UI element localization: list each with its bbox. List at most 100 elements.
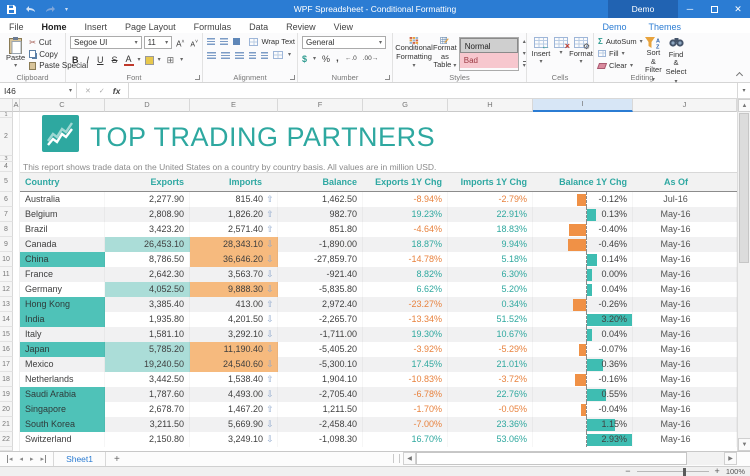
cell-balance-1y-chg[interactable]: -0.12% [533,192,633,207]
paste-button[interactable]: Paste▾ [4,36,27,71]
table-row[interactable]: Germany 4,052.50 9,888.30⇩ -5,835.80 6.6… [20,282,737,297]
cell-exports-1y-chg[interactable]: 6.62% [363,282,448,297]
cell-imports[interactable]: 3,249.10⇩ [190,432,278,447]
column-header-g[interactable]: G [363,99,448,112]
row-header-14[interactable]: 14 [0,312,13,327]
cell-balance-1y-chg[interactable]: 3.20% [533,312,633,327]
cell-country[interactable]: Mexico [20,357,105,372]
cell-imports[interactable]: 28,343.10⇩ [190,237,278,252]
cell-balance[interactable]: 1,211.50 [278,402,363,417]
cell-balance[interactable]: 851.80 [278,222,363,237]
sheet-tab-sheet1[interactable]: Sheet1 [54,452,106,466]
qat-dropdown-icon[interactable]: ▾ [65,6,68,13]
table-row[interactable]: France 2,642.30 3,563.70⇩ -921.40 8.82% … [20,267,737,282]
cell-as-of[interactable]: May-16 [633,372,737,387]
cell-balance-1y-chg[interactable]: 0.04% [533,327,633,342]
tab-formulas[interactable]: Formulas [185,22,241,32]
cell-balance-1y-chg[interactable]: 0.00% [533,267,633,282]
cell-balance-1y-chg[interactable]: 2.93% [533,432,633,447]
merge-center-icon[interactable] [273,51,283,59]
table-row[interactable]: Australia 2,277.90 815.40⇧ 1,462.50 -8.9… [20,192,737,207]
cell-imports-1y-chg[interactable]: 0.34% [448,297,533,312]
gallery-more-icon[interactable]: ▾ [523,61,526,69]
row-header-16[interactable]: 16 [0,342,13,357]
tab-page-layout[interactable]: Page Layout [116,22,185,32]
maximize-button[interactable] [702,0,726,18]
table-header-country[interactable]: Country [20,173,105,191]
cell-as-of[interactable]: May-16 [633,207,737,222]
cell-balance[interactable]: -921.40 [278,267,363,282]
cell-imports[interactable]: 36,646.20⇩ [190,252,278,267]
cell-exports[interactable]: 19,240.50 [105,357,190,372]
cell-exports-1y-chg[interactable]: -23.27% [363,297,448,312]
cell-exports-1y-chg[interactable]: -10.83% [363,372,448,387]
close-button[interactable]: ✕ [726,0,750,18]
cell-exports-1y-chg[interactable]: -3.92% [363,342,448,357]
row-header-13[interactable]: 13 [0,297,13,312]
insert-function-icon[interactable]: fx [113,86,121,96]
row-header-22[interactable]: 22 [0,432,13,447]
row-header-12[interactable]: 12 [0,282,13,297]
enter-icon[interactable]: ✓ [99,87,105,95]
cell-exports[interactable]: 2,808.90 [105,207,190,222]
conditional-formatting-button[interactable]: ConditionalFormatting ▾ [397,36,431,71]
row-header-10[interactable]: 10 [0,252,13,267]
tab-insert[interactable]: Insert [76,22,117,32]
cell-exports-1y-chg[interactable]: 16.70% [363,432,448,447]
gallery-up-icon[interactable]: ▴ [523,38,526,45]
font-name-combo[interactable]: Segoe UI▾ [70,36,142,49]
cell-balance-1y-chg[interactable]: -0.40% [533,222,633,237]
cell-as-of[interactable]: May-16 [633,327,737,342]
sort-filter-button[interactable]: AZ Sort &Filter ▾ [643,36,664,71]
borders-button[interactable]: ⊞ [165,54,177,66]
cell-country[interactable]: Hong Kong [20,297,105,312]
cell-balance-1y-chg[interactable]: -0.46% [533,237,633,252]
cell-exports[interactable]: 3,442.50 [105,372,190,387]
horizontal-scroll-thumb[interactable] [416,452,687,465]
cell-imports-1y-chg[interactable]: 18.83% [448,222,533,237]
percent-style-button[interactable]: % [322,54,330,64]
row-header-8[interactable]: 8 [0,222,13,237]
name-box[interactable]: I46▾ [0,83,77,98]
cell-as-of[interactable]: May-16 [633,282,737,297]
undo-icon[interactable] [25,5,36,13]
cell-exports[interactable]: 4,052.50 [105,282,190,297]
scroll-up-icon[interactable]: ▲ [738,99,750,112]
zoom-in-button[interactable]: + [715,467,720,476]
tab-file[interactable]: File [0,22,33,32]
scroll-left-icon[interactable]: ◀ [403,452,416,465]
cell-as-of[interactable]: May-16 [633,252,737,267]
cell-imports-1y-chg[interactable]: 53.06% [448,432,533,447]
cell-exports-1y-chg[interactable]: 17.45% [363,357,448,372]
align-left-icon[interactable] [207,52,216,59]
style-bad[interactable]: Bad [460,53,518,68]
cell-imports-1y-chg[interactable]: 10.67% [448,327,533,342]
table-row[interactable]: Hong Kong 3,385.40 413.00⇧ 2,972.40 -23.… [20,297,737,312]
cancel-icon[interactable]: ✕ [85,87,91,95]
cell-country[interactable]: Netherlands [20,372,105,387]
column-header-a[interactable]: A [13,99,20,112]
cell-imports[interactable]: 9,888.30⇩ [190,282,278,297]
cell-imports[interactable]: 24,540.60⇩ [190,357,278,372]
cell-as-of[interactable]: May-16 [633,432,737,447]
cell-country[interactable]: China [20,252,105,267]
cell-balance[interactable]: -1,890.00 [278,237,363,252]
row-header-6[interactable]: 6 [0,192,13,207]
cell-country[interactable]: Canada [20,237,105,252]
cell-exports-1y-chg[interactable]: -1.70% [363,402,448,417]
bold-button[interactable]: B [70,54,81,66]
cell-exports[interactable]: 2,277.90 [105,192,190,207]
table-row[interactable]: Brazil 3,423.20 2,571.40⇧ 851.80 -4.64% … [20,222,737,237]
accounting-format-button[interactable]: $ [302,54,307,64]
cell-balance[interactable]: -5,405.20 [278,342,363,357]
formula-input[interactable] [129,83,737,98]
cell-exports[interactable]: 3,211.50 [105,417,190,432]
table-row[interactable]: Singapore 2,678.70 1,467.20⇧ 1,211.50 -1… [20,402,737,417]
table-row[interactable]: Canada 26,453.10 28,343.10⇩ -1,890.00 18… [20,237,737,252]
horizontal-scrollbar[interactable]: ◀ ▶ [390,452,737,465]
increase-indent-icon[interactable] [261,52,268,59]
align-bottom-icon[interactable] [233,38,241,45]
table-header-as-of[interactable]: As Of [633,173,737,191]
column-header-f[interactable]: F [278,99,363,112]
cell-balance[interactable]: -2,265.70 [278,312,363,327]
